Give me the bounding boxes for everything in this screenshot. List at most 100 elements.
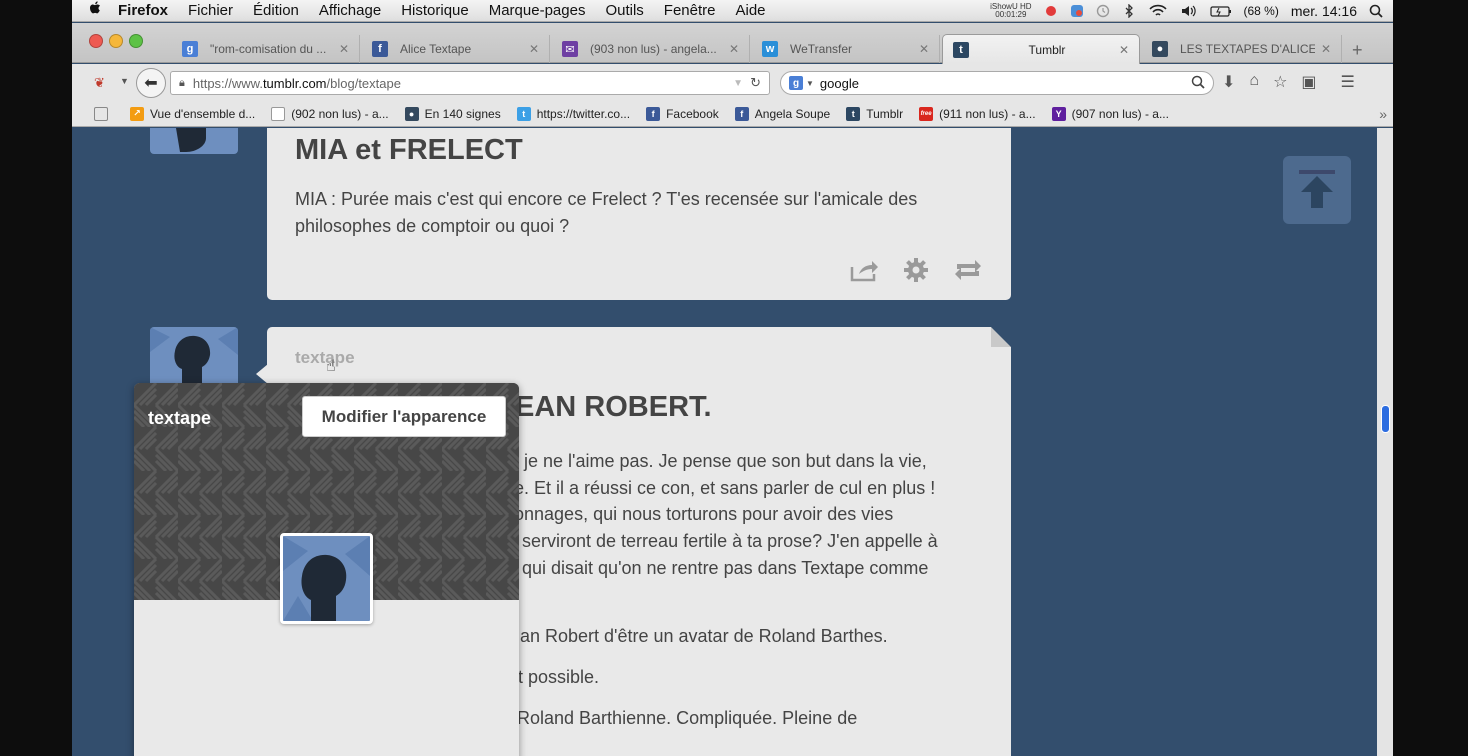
tab-wetransfer[interactable]: w WeTransfer ✕: [752, 35, 940, 63]
close-tab-icon[interactable]: ✕: [339, 42, 349, 56]
avatar[interactable]: [150, 327, 238, 387]
menu-marque-pages[interactable]: Marque-pages: [489, 2, 586, 19]
battery-icon[interactable]: [1209, 4, 1232, 18]
bookmark-label: Tumblr: [866, 106, 904, 121]
menubar-clock[interactable]: mer. 14:16: [1291, 3, 1357, 19]
menu-firefox[interactable]: Firefox: [118, 2, 168, 19]
toolbar-icons: ⬇ ⌂ ☆ ▣ ☰: [1222, 72, 1355, 92]
post-actions: [847, 256, 985, 284]
google-icon: g: [182, 41, 198, 57]
record-icon[interactable]: [1044, 4, 1058, 18]
post-body-line: t je ne l'aime pas. Je pense que son but…: [514, 451, 927, 471]
close-window-button[interactable]: [89, 34, 103, 48]
customize-appearance-button[interactable]: Modifier l'apparence: [302, 396, 506, 437]
popover-blog-title[interactable]: textape: [148, 408, 211, 429]
gear-icon[interactable]: [899, 256, 933, 284]
dropdown-icon[interactable]: ▼: [733, 78, 743, 89]
close-tab-icon[interactable]: ✕: [919, 42, 929, 56]
more-bookmarks-icon[interactable]: »: [1379, 106, 1387, 122]
bookmark-item[interactable]: ● En 140 signes: [404, 106, 501, 121]
spotlight-search-icon[interactable]: [1369, 4, 1383, 18]
hamburger-menu-icon[interactable]: ☰: [1341, 72, 1355, 92]
close-tab-icon[interactable]: ✕: [1119, 43, 1129, 57]
close-tab-icon[interactable]: ✕: [729, 42, 739, 56]
time-machine-icon[interactable]: [1096, 4, 1110, 18]
ishowu-timer: 00:01:29: [995, 10, 1027, 19]
back-button[interactable]: ⬅: [136, 68, 166, 98]
google-icon[interactable]: g: [789, 76, 803, 90]
new-tab-button[interactable]: +: [1352, 40, 1363, 61]
url-domain: tumblr.com: [262, 75, 327, 91]
menu-edition[interactable]: Édition: [253, 2, 299, 19]
mac-menubar: Firefox Fichier Édition Affichage Histor…: [72, 0, 1393, 22]
tab-google[interactable]: g "rom-comisation du ... ✕: [172, 35, 360, 63]
post-body-line: serviront de terreau fertile à ta prose?…: [522, 531, 938, 551]
search-input[interactable]: google: [820, 76, 859, 91]
avatar[interactable]: [150, 128, 238, 154]
bookmark-label: (911 non lus) - a...: [939, 106, 1036, 121]
zoom-window-button[interactable]: [129, 34, 143, 48]
bookmark-label: (902 non lus) - a...: [291, 106, 389, 121]
bookmark-item[interactable]: free (911 non lus) - a...: [919, 106, 1036, 121]
minimize-window-button[interactable]: [109, 34, 123, 48]
apple-icon[interactable]: [72, 0, 118, 21]
reblog-icon[interactable]: [951, 256, 985, 284]
bookmark-item[interactable]: t Tumblr: [846, 106, 904, 121]
bookmark-item[interactable]: f Facebook: [646, 106, 719, 121]
bluetooth-icon[interactable]: [1122, 3, 1136, 19]
tab-title: WeTransfer: [790, 42, 853, 56]
menu-outils[interactable]: Outils: [605, 2, 643, 19]
page-scrollbar[interactable]: [1377, 128, 1393, 756]
clipboard-icon[interactable]: ▣: [1301, 72, 1316, 92]
tab-mail[interactable]: ✉ (903 non lus) - angela... ✕: [552, 35, 750, 63]
right-black-border: [1393, 0, 1468, 756]
chevron-down-icon[interactable]: ▼: [120, 76, 129, 86]
share-icon[interactable]: [847, 256, 881, 284]
bookmark-item[interactable]: Y (907 non lus) - a...: [1051, 106, 1169, 121]
bookmark-item[interactable]: ↗ Vue d'ensemble d...: [130, 106, 255, 121]
back-arrow-icon: ⬅: [144, 75, 158, 92]
popover-avatar[interactable]: [280, 533, 373, 624]
post-blog-name[interactable]: textape: [295, 348, 355, 368]
wifi-icon[interactable]: [1148, 4, 1168, 18]
search-bar[interactable]: g ▼ google: [780, 71, 1214, 95]
scrollbar-thumb[interactable]: [1381, 405, 1390, 433]
tab-title: Alice Textape: [400, 42, 472, 56]
menu-fenetre[interactable]: Fenêtre: [664, 2, 716, 19]
browser-window: Firefox Fichier Édition Affichage Histor…: [72, 0, 1393, 756]
bookmark-item[interactable]: (902 non lus) - a...: [271, 106, 389, 121]
search-icon[interactable]: [1191, 75, 1205, 92]
close-tab-icon[interactable]: ✕: [529, 42, 539, 56]
menu-fichier[interactable]: Fichier: [188, 2, 233, 19]
firefox-menu-icon[interactable]: ❦: [94, 75, 105, 91]
twitter-icon: t: [516, 106, 531, 121]
wetransfer-icon: w: [762, 41, 778, 57]
home-icon[interactable]: ⌂: [1249, 72, 1259, 92]
scroll-to-top-button[interactable]: [1283, 156, 1351, 224]
sync-icon[interactable]: [1070, 4, 1084, 18]
bookmarks-toggle-icon[interactable]: [94, 106, 108, 121]
download-icon[interactable]: ⬇: [1222, 72, 1235, 92]
tab-title: Tumblr: [1028, 42, 1066, 57]
page-icon: [271, 106, 286, 121]
search-engine-chevron-icon[interactable]: ▼: [806, 79, 814, 88]
tab-blogger[interactable]: ● LES TEXTAPES D'ALICE... ✕: [1142, 35, 1342, 63]
tab-title: LES TEXTAPES D'ALICE...: [1180, 42, 1315, 56]
volume-icon[interactable]: [1180, 4, 1198, 18]
bookmarks-bar: ↗ Vue d'ensemble d... (902 non lus) - a...…: [72, 101, 1393, 127]
menu-historique[interactable]: Historique: [401, 2, 469, 19]
ishowu-indicator[interactable]: iShowU HD 00:01:29: [990, 3, 1031, 19]
close-tab-icon[interactable]: ✕: [1321, 42, 1331, 56]
tab-tumblr[interactable]: t Tumblr ✕: [942, 34, 1140, 64]
bookmark-item[interactable]: f Angela Soupe: [734, 106, 830, 121]
bookmark-star-icon[interactable]: ☆: [1273, 72, 1287, 92]
menu-affichage[interactable]: Affichage: [319, 2, 381, 19]
url-bar[interactable]: 🔒︎ https://www. tumblr.com/blog/textape ▼…: [170, 71, 770, 95]
url-prefix: https://www.: [192, 75, 263, 91]
bookmark-label: https://twitter.co...: [536, 106, 631, 121]
menu-aide[interactable]: Aide: [736, 2, 766, 19]
reload-icon[interactable]: ↻: [750, 75, 761, 91]
tab-facebook[interactable]: f Alice Textape ✕: [362, 35, 550, 63]
bookmark-label: (907 non lus) - a...: [1071, 106, 1169, 121]
bookmark-item[interactable]: t https://twitter.co...: [516, 106, 631, 121]
